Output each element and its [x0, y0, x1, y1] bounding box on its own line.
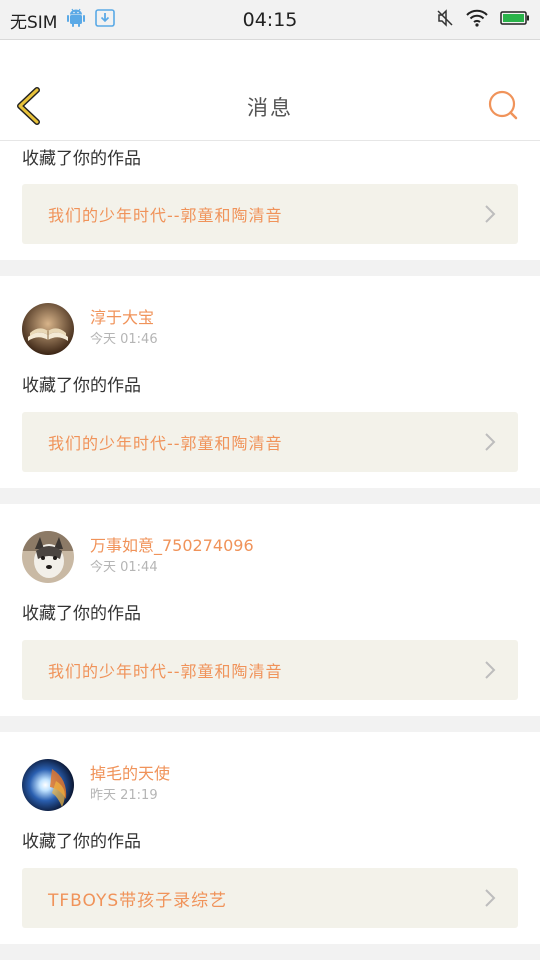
message-card: 收藏了你的作品 我们的少年时代--郭童和陶清音 — [0, 141, 540, 260]
navigation-header: 消息 — [0, 40, 540, 141]
battery-icon — [500, 10, 530, 30]
work-title: TFBOYS带孩子录综艺 — [48, 890, 228, 911]
status-bar: 无SIM 04:15 — [0, 0, 540, 40]
message-card: 淳于大宝 今天 01:46 收藏了你的作品 我们的少年时代--郭童和陶清音 — [0, 276, 540, 488]
message-card: 万事如意_750274096 今天 01:44 收藏了你的作品 我们的少年时代-… — [0, 504, 540, 716]
work-title: 我们的少年时代--郭童和陶清音 — [48, 434, 283, 453]
message-time: 今天 01:44 — [90, 560, 158, 575]
message-card: 掉毛的天使 昨天 21:19 收藏了你的作品 TFBOYS带孩子录综艺 — [0, 732, 540, 944]
status-bar-right — [436, 0, 530, 40]
card-padding — [22, 472, 518, 488]
android-icon — [67, 8, 86, 32]
work-link[interactable]: 我们的少年时代--郭童和陶清音 — [22, 640, 518, 700]
card-padding — [22, 244, 518, 260]
message-list[interactable]: 收藏了你的作品 我们的少年时代--郭童和陶清音 淳于大宝 今天 01:46 收藏… — [0, 141, 540, 960]
chevron-right-icon — [485, 889, 496, 907]
work-link[interactable]: 我们的少年时代--郭童和陶清音 — [22, 184, 518, 244]
back-arrow-icon — [17, 87, 40, 125]
message-time: 昨天 21:19 — [90, 788, 158, 803]
carrier-label: 无SIM — [10, 12, 58, 33]
message-action-text: 收藏了你的作品 — [22, 149, 141, 169]
chevron-right-icon — [485, 661, 496, 679]
wifi-icon — [466, 9, 488, 31]
user-name[interactable]: 掉毛的天使 — [90, 763, 170, 785]
user-meta: 掉毛的天使 昨天 21:19 — [90, 763, 170, 807]
user-row[interactable]: 万事如意_750274096 今天 01:44 — [22, 504, 518, 604]
search-icon — [488, 90, 518, 120]
back-button[interactable] — [12, 86, 46, 126]
message-action-text: 收藏了你的作品 — [22, 832, 141, 852]
download-notification-icon — [95, 9, 116, 31]
card-padding — [22, 700, 518, 716]
user-meta: 淳于大宝 今天 01:46 — [90, 307, 158, 351]
work-link[interactable]: 我们的少年时代--郭童和陶清音 — [22, 412, 518, 472]
chevron-right-icon — [485, 205, 496, 223]
user-row[interactable]: 掉毛的天使 昨天 21:19 — [22, 732, 518, 832]
chevron-right-icon — [485, 433, 496, 451]
message-time: 今天 01:46 — [90, 332, 158, 347]
work-link[interactable]: TFBOYS带孩子录综艺 — [22, 868, 518, 928]
user-name[interactable]: 淳于大宝 — [90, 307, 158, 329]
search-button[interactable] — [488, 90, 520, 122]
dog-avatar[interactable] — [22, 531, 74, 583]
mute-icon — [436, 9, 454, 31]
user-meta: 万事如意_750274096 今天 01:44 — [90, 535, 254, 579]
user-name[interactable]: 万事如意_750274096 — [90, 535, 254, 557]
book-avatar[interactable] — [22, 303, 74, 355]
message-action-text: 收藏了你的作品 — [22, 376, 141, 396]
work-title: 我们的少年时代--郭童和陶清音 — [48, 662, 283, 681]
page-title: 消息 — [247, 96, 293, 120]
status-bar-left: 无SIM — [10, 0, 116, 40]
nebula-avatar[interactable] — [22, 759, 74, 811]
work-title: 我们的少年时代--郭童和陶清音 — [48, 206, 283, 225]
user-row[interactable]: 淳于大宝 今天 01:46 — [22, 276, 518, 376]
card-padding — [22, 928, 518, 944]
message-action-text: 收藏了你的作品 — [22, 604, 141, 624]
